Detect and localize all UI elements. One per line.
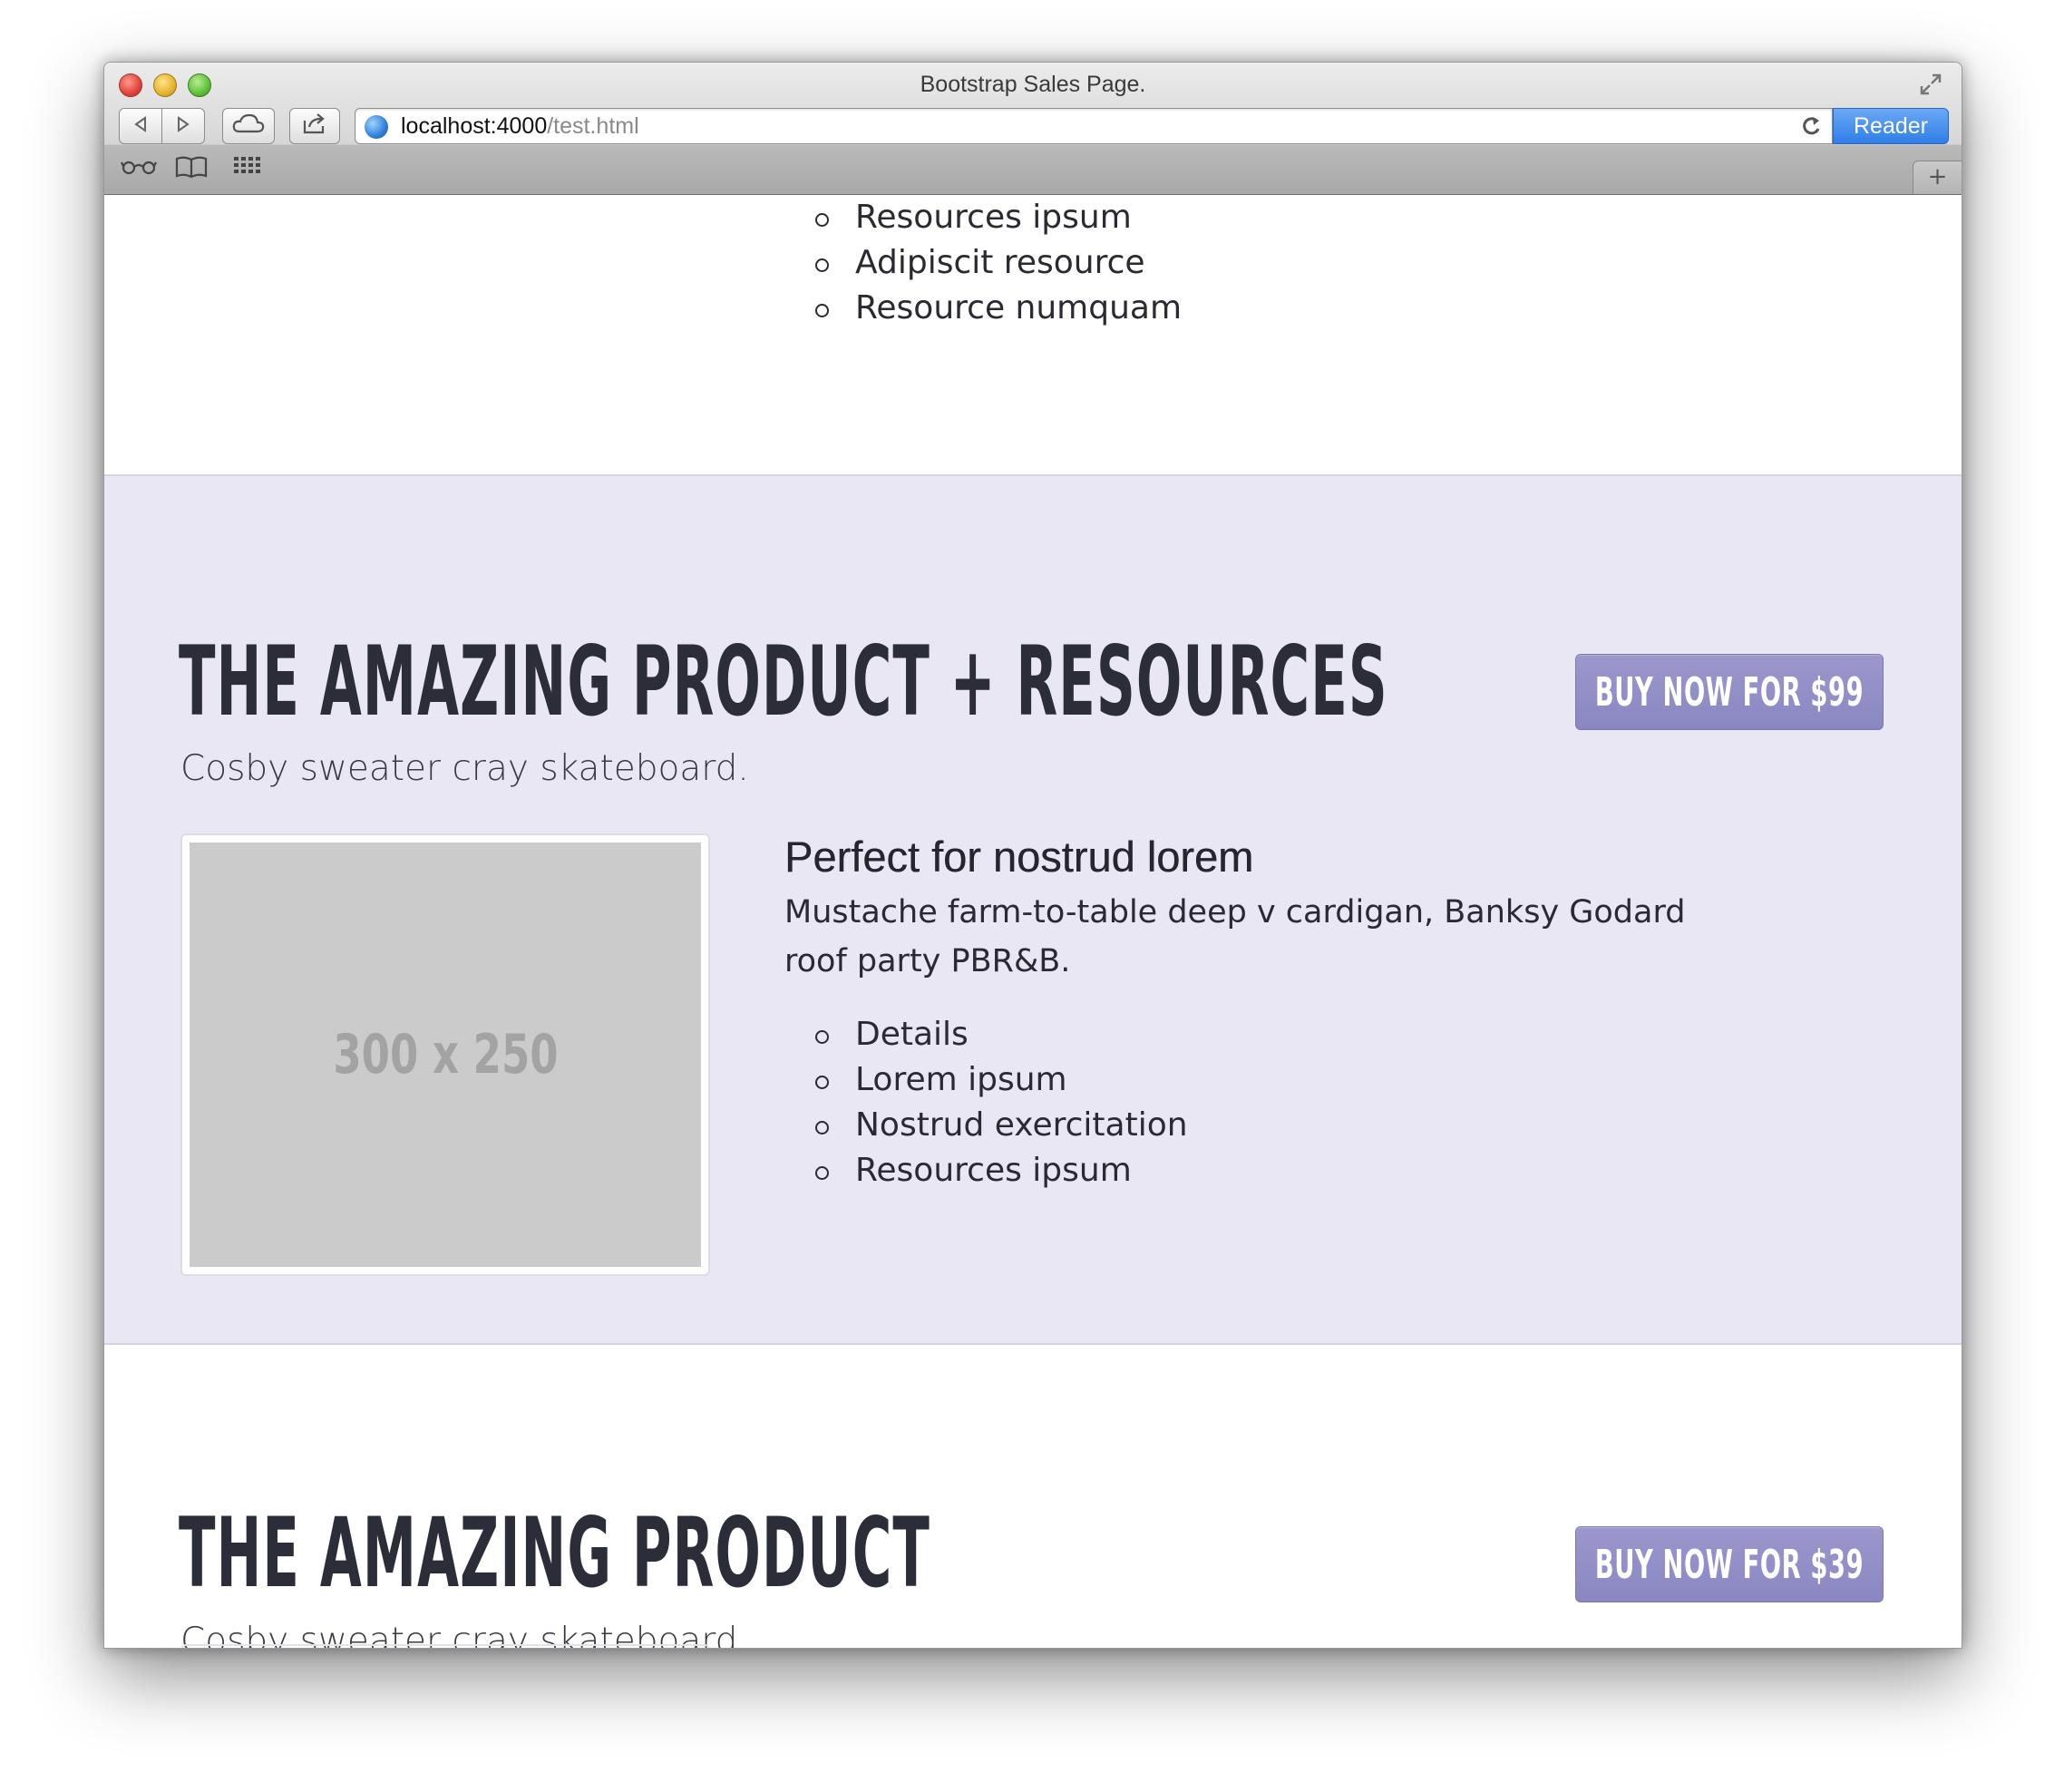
window-title: Bootstrap Sales Page.: [920, 72, 1146, 97]
forward-arrow-icon: [175, 115, 191, 138]
buy-now-99-label: BUY NOW FOR $99: [1594, 668, 1864, 716]
product-image-placeholder: 300 x 250: [180, 833, 710, 1276]
feature-title: Perfect for nostrud lorem: [784, 833, 1254, 881]
product-plus-tagline: Cosby sweater cray skateboard.: [180, 748, 749, 789]
list-item: Nostrud exercitation: [815, 1103, 1188, 1148]
page-content: Resources ipsum Adipiscit resource Resou…: [104, 195, 1962, 1648]
product-headline: THE AMAZING PRODUCT: [179, 1497, 931, 1609]
product-image-top-edge: [180, 1644, 710, 1648]
feature-description: Mustache farm-to-table deep v cardigan, …: [784, 894, 1686, 979]
product-plus-headline: THE AMAZING PRODUCT + RESOURCES: [179, 626, 1388, 737]
browser-toolbar: Bootstrap Sales Page. localhost:4000/tes…: [104, 63, 1962, 195]
browser-window: Bootstrap Sales Page. localhost:4000/tes…: [103, 62, 1962, 1649]
placeholder-box: 300 x 250: [190, 842, 701, 1267]
url-text[interactable]: localhost:4000/test.html: [401, 113, 639, 140]
list-item: Lorem ipsum: [815, 1057, 1188, 1103]
address-bar[interactable]: localhost:4000/test.html: [355, 108, 1833, 144]
list-item: Adipiscit resource: [815, 240, 1182, 286]
forward-button[interactable]: [161, 108, 205, 144]
icloud-tabs-icon: [231, 112, 266, 140]
buy-now-39-label: BUY NOW FOR $39: [1594, 1541, 1864, 1588]
share-icon: [301, 112, 328, 141]
reload-icon[interactable]: [1799, 111, 1823, 148]
buy-now-99-button[interactable]: BUY NOW FOR $99: [1575, 654, 1884, 730]
share-button[interactable]: [289, 108, 340, 144]
list-item: Resource numquam: [815, 286, 1182, 331]
placeholder-size-label: 300 x 250: [332, 1023, 559, 1086]
bookmarks-icon[interactable]: [175, 155, 208, 184]
details-list: Details Lorem ipsum Nostrud exercitation…: [815, 1012, 1188, 1193]
reading-list-icon[interactable]: [121, 155, 157, 182]
list-item: Details: [815, 1012, 1188, 1057]
new-tab-icon[interactable]: +: [1913, 161, 1962, 194]
back-button[interactable]: [119, 108, 162, 144]
icloud-tabs-button[interactable]: [222, 108, 275, 144]
back-arrow-icon: [132, 115, 149, 138]
list-item: Resources ipsum: [815, 1148, 1188, 1193]
list-item: Resources ipsum: [815, 195, 1182, 240]
reader-button[interactable]: Reader: [1833, 108, 1949, 144]
fullscreen-icon[interactable]: [1918, 72, 1943, 97]
buy-now-39-button[interactable]: BUY NOW FOR $39: [1575, 1526, 1884, 1602]
globe-icon: [365, 115, 388, 139]
resources-list: Resources ipsum Adipiscit resource Resou…: [815, 195, 1182, 331]
top-sites-icon[interactable]: [233, 155, 262, 182]
